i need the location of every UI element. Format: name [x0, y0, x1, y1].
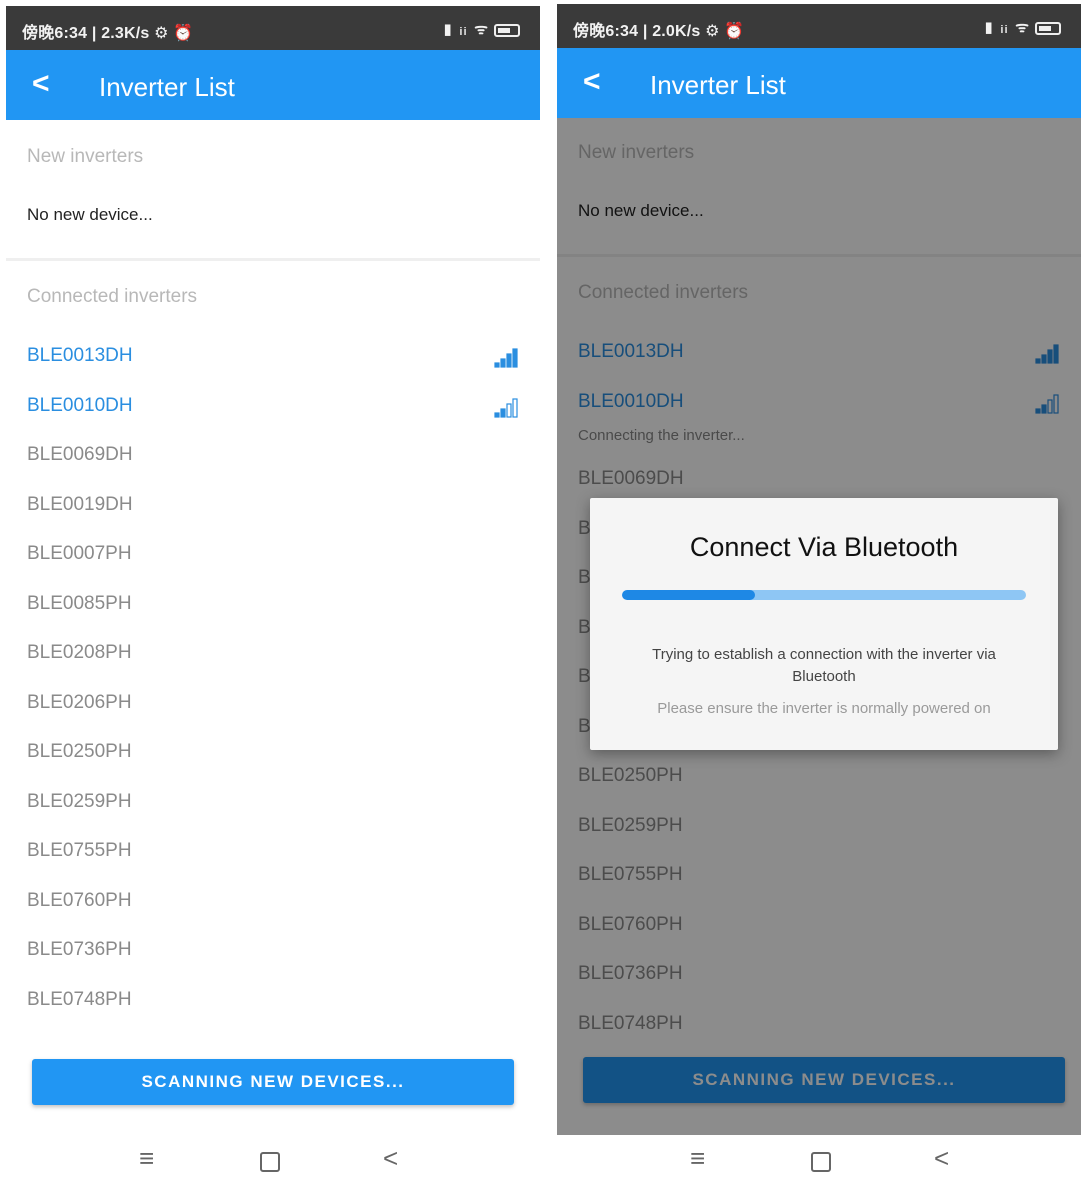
inverter-row[interactable]: BLE0250PH: [27, 741, 519, 771]
inverter-row[interactable]: BLE0010DH: [27, 395, 519, 425]
status-icons: ▮ ᵢᵢ ᯤ: [443, 19, 520, 39]
inverter-row[interactable]: BLE0208PH: [27, 642, 519, 672]
inverter-name: BLE0007PH: [27, 543, 132, 564]
status-time: 傍晚6:34 | 2.0K/s ⚙ ⏰: [573, 23, 745, 40]
dialog-message: Trying to establish a connection with th…: [652, 646, 996, 685]
section-divider: [6, 258, 540, 261]
back-icon[interactable]: <: [934, 1143, 949, 1174]
app-bar: < Inverter List: [557, 48, 1081, 118]
home-icon[interactable]: [811, 1148, 831, 1179]
progress-bar: [622, 590, 1026, 600]
inverter-name: BLE0736PH: [27, 939, 132, 960]
signal-wifi-icons: ▮ ᵢᵢ ᯤ: [443, 21, 490, 38]
inverter-row[interactable]: BLE0755PH: [27, 840, 519, 870]
progress-fill: [622, 590, 756, 600]
status-bar: 傍晚6:34 | 2.0K/s ⚙ ⏰ ▮ ᵢᵢ ᯤ: [557, 4, 1081, 48]
back-arrow-icon[interactable]: <: [583, 66, 601, 98]
inverter-name: BLE0760PH: [27, 889, 132, 911]
inverter-name: BLE0206PH: [27, 691, 132, 713]
battery-icon: [1035, 21, 1061, 35]
inverter-name: BLE0748PH: [27, 988, 132, 1010]
inverter-name: BLE0208PH: [27, 642, 132, 663]
scan-new-devices-button[interactable]: SCANNING NEW DEVICES...: [32, 1059, 514, 1105]
signal-wifi-icons: ▮ ᵢᵢ ᯤ: [984, 19, 1031, 36]
inverter-name: BLE0250PH: [27, 741, 132, 762]
inverter-row[interactable]: BLE0013DH: [27, 345, 519, 375]
inverter-row[interactable]: BLE0085PH: [27, 593, 519, 623]
inverter-name: BLE0755PH: [27, 840, 132, 861]
phone-screen-left: 傍晚6:34 | 2.3K/s ⚙ ⏰ ▮ ᵢᵢ ᯤ < Inverter Li…: [6, 6, 540, 1179]
back-arrow-icon[interactable]: <: [32, 68, 50, 100]
phone-screen-right: 傍晚6:34 | 2.0K/s ⚙ ⏰ ▮ ᵢᵢ ᯤ < Inverter Li…: [557, 4, 1081, 1179]
inverter-row[interactable]: BLE0760PH: [27, 890, 519, 920]
system-nav-bar: ≡ <: [6, 1135, 540, 1179]
no-new-device-text: No new device...: [27, 205, 153, 224]
status-icons: ▮ ᵢᵢ ᯤ: [984, 17, 1061, 37]
system-nav-bar: ≡ <: [557, 1135, 1081, 1179]
inverter-row[interactable]: BLE0259PH: [27, 791, 519, 821]
page-title: Inverter List: [650, 70, 786, 100]
status-bar: 傍晚6:34 | 2.3K/s ⚙ ⏰ ▮ ᵢᵢ ᯤ: [6, 6, 540, 50]
bluetooth-connect-dialog: Connect Via Bluetooth Trying to establis…: [590, 498, 1058, 750]
inverter-row[interactable]: BLE0007PH: [27, 543, 519, 573]
inverter-row[interactable]: BLE0748PH: [27, 989, 519, 1019]
inverter-row[interactable]: BLE0736PH: [27, 939, 519, 969]
inverter-row[interactable]: BLE0069DH: [27, 444, 519, 474]
signal-strength-icon: [493, 347, 519, 369]
dialog-hint: Please ensure the inverter is normally p…: [657, 700, 991, 717]
inverter-name: BLE0010DH: [27, 394, 133, 416]
new-inverters-label: New inverters: [27, 146, 144, 167]
menu-icon[interactable]: ≡: [139, 1143, 154, 1174]
battery-icon: [494, 23, 520, 37]
inverter-name: BLE0259PH: [27, 790, 132, 812]
app-bar: < Inverter List: [6, 50, 540, 120]
inverter-row[interactable]: BLE0019DH: [27, 494, 519, 524]
page-title: Inverter List: [99, 72, 235, 102]
status-time: 傍晚6:34 | 2.3K/s ⚙ ⏰: [22, 25, 194, 42]
signal-strength-icon: [493, 397, 519, 419]
menu-icon[interactable]: ≡: [690, 1143, 705, 1174]
inverter-name: BLE0013DH: [27, 345, 133, 366]
dialog-title: Connect Via Bluetooth: [689, 532, 959, 562]
inverter-name: BLE0069DH: [27, 444, 133, 465]
inverter-name: BLE0019DH: [27, 493, 133, 515]
connected-inverters-label: Connected inverters: [27, 286, 198, 307]
back-icon[interactable]: <: [383, 1143, 398, 1174]
inverter-name: BLE0085PH: [27, 592, 132, 614]
home-icon[interactable]: [260, 1148, 280, 1179]
inverter-row[interactable]: BLE0206PH: [27, 692, 519, 722]
